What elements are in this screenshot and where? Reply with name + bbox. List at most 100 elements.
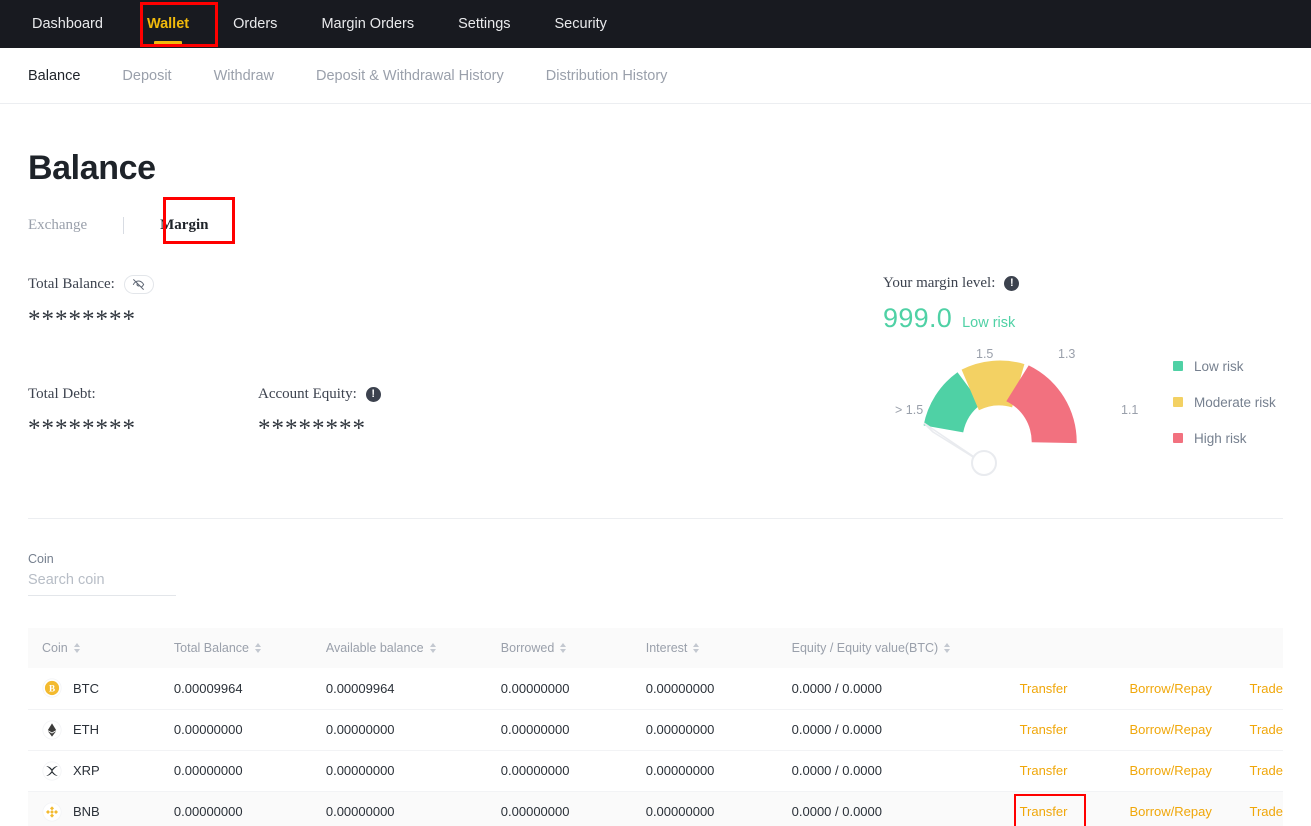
- trade-link[interactable]: Trade: [1250, 722, 1283, 737]
- margin-level-value: 999.0: [883, 303, 953, 333]
- top-navigation-bar: Dashboard Wallet Orders Margin Orders Se…: [0, 0, 1311, 48]
- info-exclamation-icon[interactable]: !: [1004, 276, 1020, 291]
- trade-link[interactable]: Trade: [1250, 681, 1283, 696]
- balance-summary-section: Total Balance: ******** Total Debt: ****…: [28, 275, 1283, 490]
- nav-item-orders[interactable]: Orders: [211, 0, 299, 48]
- cell-equity: 0.0000 / 0.0000: [791, 804, 882, 819]
- cell-total-balance: 0.00000000: [173, 763, 243, 778]
- table-header: Coin Total Balance Available balance Bor…: [28, 628, 1283, 668]
- transfer-link[interactable]: Transfer: [1020, 722, 1068, 737]
- active-tab-indicator: [154, 41, 183, 45]
- cell-interest: 0.00000000: [645, 763, 715, 778]
- transfer-link[interactable]: Transfer: [1020, 804, 1068, 819]
- column-label: Interest: [645, 641, 688, 655]
- sort-arrows-icon[interactable]: [254, 643, 261, 653]
- borrow-repay-link[interactable]: Borrow/Repay: [1130, 763, 1212, 778]
- column-label: Equity / Equity value(BTC): [791, 641, 939, 655]
- transfer-link[interactable]: Transfer: [1020, 763, 1068, 778]
- subnav-item-deposit-withdrawal-history[interactable]: Deposit & Withdrawal History: [316, 68, 504, 84]
- xrp-coin-icon: [42, 760, 62, 781]
- margin-level-label: Your margin level:: [883, 275, 996, 291]
- legend-swatch-moderate-risk: [1173, 397, 1183, 407]
- total-debt-block: Total Debt: ********: [28, 386, 258, 443]
- cell-action-trade: Trade: [1236, 668, 1283, 709]
- gauge-tick-1-5: 1.5: [976, 347, 994, 361]
- trade-link[interactable]: Trade: [1250, 804, 1283, 819]
- cell-action-trade: Trade: [1236, 750, 1283, 791]
- legend-swatch-low-risk: [1173, 361, 1183, 371]
- sort-arrows-icon[interactable]: [429, 643, 436, 653]
- nav-label: Settings: [458, 16, 511, 32]
- subnav-item-balance[interactable]: Balance: [28, 68, 80, 84]
- table-row[interactable]: BNB 0.00000000 0.00000000 0.00000000 0.0…: [28, 791, 1283, 826]
- cell-borrowed: 0.00000000: [500, 763, 570, 778]
- nav-item-margin-orders[interactable]: Margin Orders: [299, 0, 436, 48]
- cell-coin: B BTC: [28, 668, 160, 709]
- table-row[interactable]: B BTC 0.00009964 0.00009964 0.00000000 0…: [28, 668, 1283, 709]
- cell-available-balance: 0.00009964: [325, 680, 395, 696]
- cell-total-balance: 0.00000000: [173, 804, 243, 819]
- column-header-coin[interactable]: Coin: [28, 628, 160, 668]
- subnav-label: Distribution History: [545, 67, 668, 84]
- account-equity-value: ********: [258, 415, 366, 442]
- column-header-total-balance[interactable]: Total Balance: [160, 628, 312, 668]
- borrow-repay-link[interactable]: Borrow/Repay: [1130, 722, 1212, 737]
- subnav-label: Withdraw: [213, 67, 275, 84]
- cell-available-balance: 0.00000000: [325, 804, 395, 819]
- column-label: Total Balance: [173, 641, 249, 655]
- borrow-repay-link[interactable]: Borrow/Repay: [1130, 804, 1212, 819]
- info-exclamation-icon[interactable]: !: [365, 387, 381, 402]
- nav-label: Security: [554, 16, 607, 32]
- gauge-tick-left: > 1.5: [895, 403, 924, 417]
- column-header-interest[interactable]: Interest: [632, 628, 778, 668]
- coin-symbol: BNB: [73, 804, 100, 819]
- table-row[interactable]: ETH 0.00000000 0.00000000 0.00000000 0.0…: [28, 709, 1283, 750]
- column-header-action-trade: [1236, 628, 1283, 668]
- trade-link[interactable]: Trade: [1250, 763, 1283, 778]
- nav-item-settings[interactable]: Settings: [436, 0, 532, 48]
- coin-search-label: Coin: [28, 552, 54, 566]
- gauge-tick-1-3: 1.3: [1058, 347, 1076, 361]
- subnav-item-withdraw[interactable]: Withdraw: [214, 68, 274, 84]
- account-tab-exchange[interactable]: Exchange: [28, 217, 87, 234]
- gauge-legend: Low risk Moderate risk High risk: [1173, 348, 1276, 456]
- svg-text:B: B: [49, 684, 55, 694]
- column-header-available-balance[interactable]: Available balance: [312, 628, 487, 668]
- account-equity-block: Account Equity: ! ********: [258, 386, 381, 443]
- eye-off-icon[interactable]: [123, 275, 154, 294]
- page-title: Balance: [28, 149, 156, 187]
- borrow-repay-link[interactable]: Borrow/Repay: [1130, 681, 1212, 696]
- sort-arrows-icon[interactable]: [944, 643, 951, 653]
- nav-item-wallet[interactable]: Wallet: [125, 0, 211, 48]
- search-coin-input[interactable]: [28, 566, 176, 596]
- cell-borrowed: 0.00000000: [500, 804, 570, 819]
- cell-coin: ETH: [28, 709, 160, 750]
- table-header-row: Coin Total Balance Available balance Bor…: [28, 628, 1283, 668]
- tab-separator: [123, 216, 125, 234]
- sort-arrows-icon[interactable]: [73, 643, 80, 653]
- transfer-link[interactable]: Transfer: [1020, 681, 1068, 696]
- total-balance-row: Total Balance:: [28, 275, 858, 294]
- table-row[interactable]: XRP 0.00000000 0.00000000 0.00000000 0.0…: [28, 750, 1283, 791]
- nav-label: Dashboard: [32, 16, 103, 32]
- cell-total-balance: 0.00000000: [173, 722, 243, 737]
- subnav-item-distribution-history[interactable]: Distribution History: [546, 68, 668, 84]
- column-header-equity[interactable]: Equity / Equity value(BTC): [778, 628, 1006, 668]
- legend-label: Low risk: [1194, 358, 1244, 374]
- subnav-label: Deposit & Withdrawal History: [316, 67, 504, 84]
- sort-arrows-icon[interactable]: [693, 643, 700, 653]
- cell-borrowed: 0.00000000: [500, 722, 570, 737]
- cell-total-balance: 0.00009964: [173, 680, 243, 696]
- coin-symbol: ETH: [73, 722, 99, 737]
- margin-level-header: Your margin level: !: [883, 275, 1311, 292]
- subnav-item-deposit[interactable]: Deposit: [122, 68, 171, 84]
- margin-balance-table: Coin Total Balance Available balance Bor…: [28, 628, 1283, 826]
- account-tab-margin[interactable]: Margin: [160, 217, 208, 234]
- sort-arrows-icon[interactable]: [560, 643, 567, 653]
- nav-item-dashboard[interactable]: Dashboard: [10, 0, 125, 48]
- column-header-borrowed[interactable]: Borrowed: [487, 628, 632, 668]
- nav-label: Wallet: [146, 16, 190, 32]
- nav-item-security[interactable]: Security: [533, 0, 629, 48]
- cell-borrowed: 0.00000000: [500, 680, 570, 696]
- cell-equity: 0.0000 / 0.0000: [791, 763, 882, 778]
